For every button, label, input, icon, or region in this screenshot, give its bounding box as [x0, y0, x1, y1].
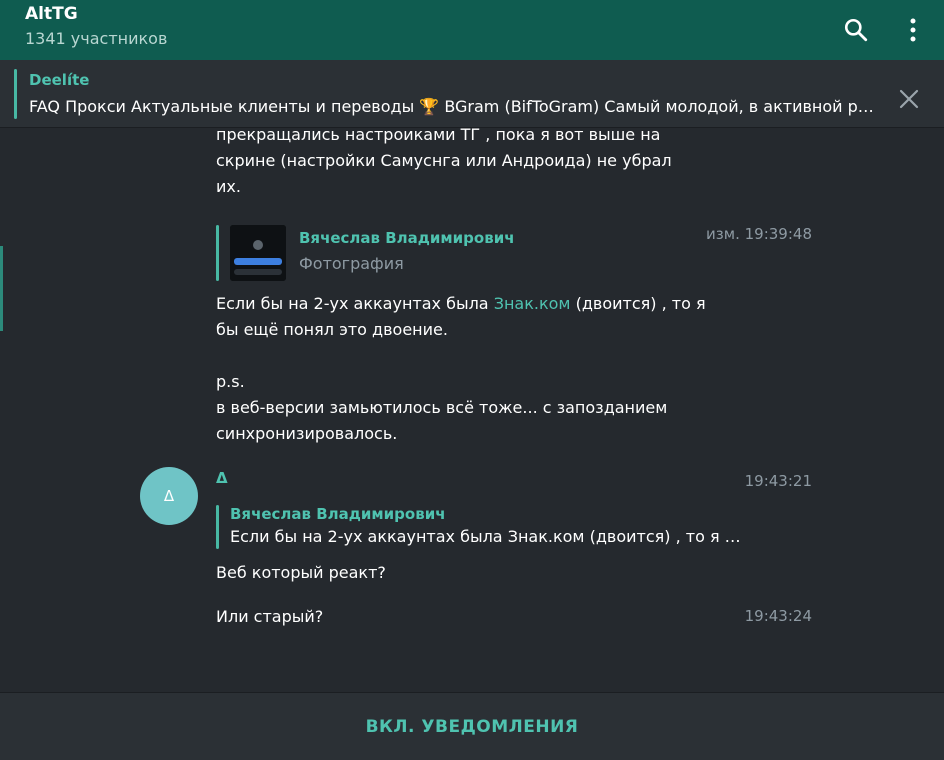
reply-photo-thumbnail	[230, 225, 286, 281]
pinned-message[interactable]: Deelíte FAQ Прокси Актуальные клиенты и …	[0, 60, 944, 128]
message-link[interactable]: Знак.ком	[494, 294, 571, 313]
footer-bar: ВКЛ. УВЕДОМЛЕНИЯ	[0, 692, 944, 760]
menu-button[interactable]	[893, 10, 933, 50]
message-time: 19:43:24	[744, 607, 812, 625]
message-text: Или старый?	[216, 607, 324, 626]
close-icon	[899, 89, 919, 109]
member-count: 1341 участников	[25, 29, 168, 48]
reply-author: Вячеслав Владимирович	[299, 229, 515, 247]
text-line: p.s.	[216, 372, 245, 391]
message-text: Веб который реакт?	[216, 563, 386, 582]
pinned-accent-bar	[14, 69, 17, 119]
search-icon	[844, 18, 868, 42]
chat-title: AltTG	[25, 4, 78, 24]
reply-text: Если бы на 2-ух аккаунтах была Знак.ком …	[230, 527, 741, 546]
reply-author: Вячеслав Владимирович	[230, 505, 446, 523]
reply-accent-bar	[216, 225, 219, 281]
reply-media-type: Фотография	[299, 254, 404, 273]
text-line: в веб-версии замьютилось всё тоже... с з…	[216, 398, 668, 417]
pinned-text: FAQ Прокси Актуальные клиенты и переводы…	[29, 97, 874, 116]
message-time: изм. 19:39:48	[706, 225, 812, 243]
message-text: прекращались настроиками ТГ , пока я вот…	[216, 128, 716, 200]
text-line: бы ещё понял это двоение.	[216, 320, 448, 339]
scroll-indicator	[0, 246, 3, 331]
message-time: 19:43:21	[744, 472, 812, 490]
reply-accent-bar	[216, 505, 219, 549]
pinned-author: Deelíte	[29, 71, 90, 89]
sender-name[interactable]: Δ	[216, 469, 228, 487]
text-line: прекращались настроиками ТГ , пока я вот…	[216, 128, 661, 144]
text-segment: (двоится) , то я	[570, 294, 706, 313]
message-text: Если бы на 2-ух аккаунтах была Знак.ком …	[216, 291, 716, 447]
avatar[interactable]: Δ	[140, 467, 198, 525]
text-line: скрине (настройки Самуснга или Андроида)…	[216, 151, 672, 170]
text-line: синхронизировалось.	[216, 424, 398, 443]
more-vertical-icon	[910, 18, 916, 42]
chat-window: AltTG 1341 участников Deelíte FAQ Прокси…	[0, 0, 944, 760]
search-button[interactable]	[836, 10, 876, 50]
message-list[interactable]: прекращались настроиками ТГ , пока я вот…	[0, 128, 944, 692]
enable-notifications-button[interactable]: ВКЛ. УВЕДОМЛЕНИЯ	[366, 717, 579, 737]
text-line: их.	[216, 177, 241, 196]
chat-header[interactable]: AltTG 1341 участников	[0, 0, 944, 60]
pinned-close-button[interactable]	[892, 82, 926, 116]
text-segment: Если бы на 2-ух аккаунтах была	[216, 294, 494, 313]
text-line: Если бы на 2-ух аккаунтах была Знак.ком …	[216, 291, 716, 317]
